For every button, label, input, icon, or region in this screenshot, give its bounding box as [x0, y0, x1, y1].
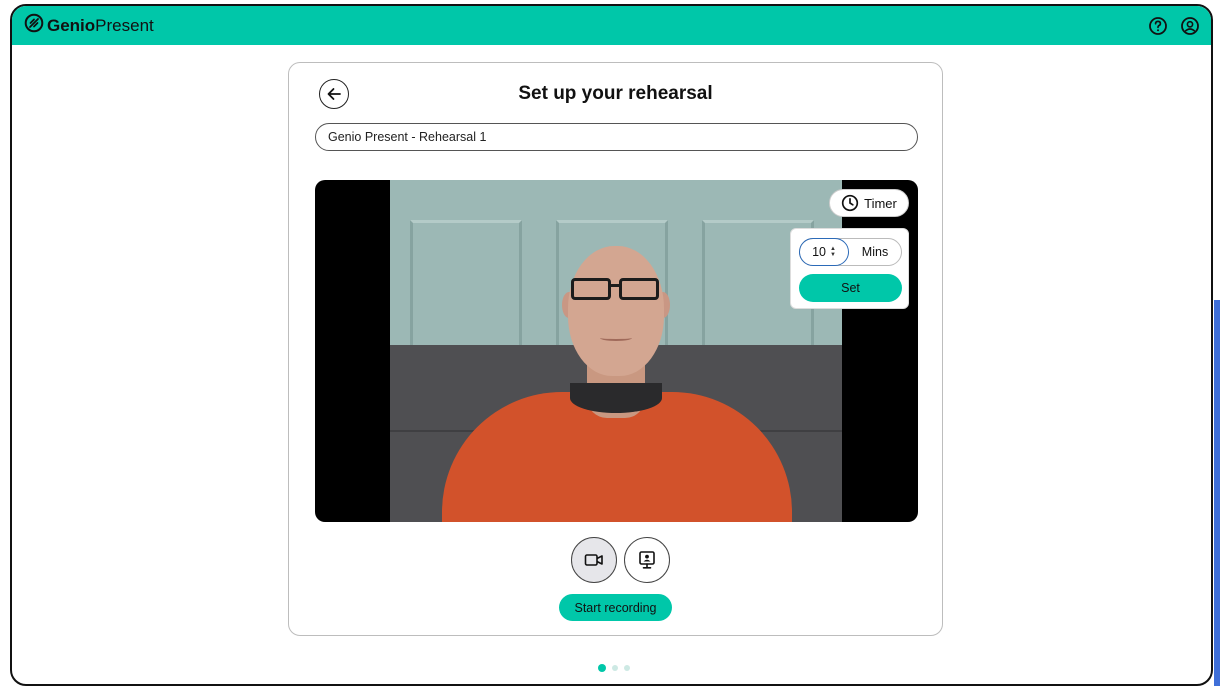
timer-popover: 10 ▲ ▼ Mins Set	[790, 228, 909, 309]
screen-share-icon	[639, 551, 655, 569]
timer-duration-group: 10 ▲ ▼ Mins	[799, 238, 902, 266]
minutes-value: 10	[812, 245, 826, 259]
page-title: Set up your rehearsal	[518, 83, 713, 104]
spinner-arrows-icon[interactable]: ▲ ▼	[830, 246, 836, 258]
minutes-unit-label: Mins	[861, 245, 889, 259]
clock-icon	[841, 194, 859, 212]
page-dot-3[interactable]	[624, 665, 630, 671]
minutes-stepper[interactable]: 10 ▲ ▼	[799, 238, 849, 266]
timer-button[interactable]: Timer	[829, 189, 909, 217]
video-camera-icon	[584, 554, 603, 566]
top-bar: Genio Present	[12, 6, 1211, 45]
rehearsal-setup-card: Set up your rehearsal Genio Present - Re…	[288, 62, 943, 636]
page-dot-2[interactable]	[612, 665, 618, 671]
logo-icon	[24, 13, 44, 38]
app-window: Genio Present Set up your rehearsal Geni…	[10, 4, 1213, 686]
set-timer-button[interactable]: Set	[799, 274, 902, 302]
rehearsal-name-input[interactable]	[315, 123, 918, 151]
window-edge-accent	[1214, 300, 1220, 686]
page-dot-1[interactable]	[598, 664, 606, 672]
pagination-dots	[598, 664, 630, 672]
screen-share-button[interactable]	[624, 537, 670, 583]
help-icon[interactable]	[1147, 15, 1169, 37]
brand-name-light: Present	[95, 15, 154, 35]
brand-logo[interactable]: Genio Present	[24, 13, 154, 38]
start-recording-button[interactable]: Start recording	[559, 594, 672, 621]
timer-label: Timer	[864, 195, 897, 211]
account-icon[interactable]	[1179, 15, 1201, 37]
camera-preview: Timer 10 ▲ ▼ Mins Set	[315, 180, 918, 522]
webcam-feed	[390, 180, 842, 522]
brand-name-bold: Genio	[47, 15, 96, 35]
camera-toggle-button[interactable]	[571, 537, 617, 583]
